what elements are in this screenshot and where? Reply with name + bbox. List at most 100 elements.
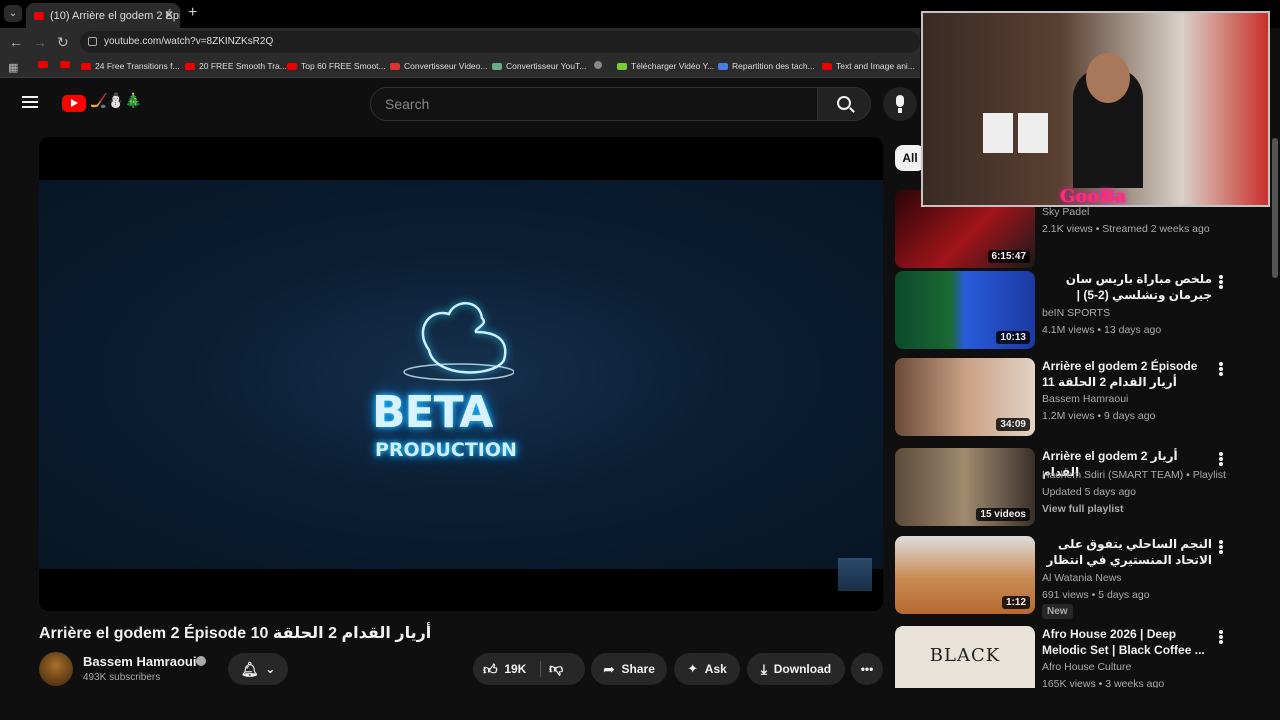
notification-button[interactable]: 🔔︎ ⌄ bbox=[228, 653, 288, 685]
divider bbox=[540, 661, 541, 677]
video-meta: 2.1K views • Streamed 2 weeks ago bbox=[1042, 223, 1210, 235]
channel-name[interactable]: Afro House Culture bbox=[1042, 661, 1131, 673]
dislike-button[interactable]: 👎︎ bbox=[549, 660, 563, 677]
close-tab-icon[interactable]: ✕ bbox=[164, 8, 174, 22]
video-title[interactable]: ملخص مباراة باريس سان جيرمان وتشلسي (2-5… bbox=[1042, 271, 1212, 303]
video-title[interactable]: النجم الساحلي يتفوق على الاتحاد المنستير… bbox=[1042, 536, 1212, 568]
related-video-item[interactable]: 1:12 النجم الساحلي يتفوق على الاتحاد الم… bbox=[895, 536, 1275, 619]
voice-search-button[interactable] bbox=[883, 87, 917, 121]
video-thumbnail[interactable]: 34:09 bbox=[895, 358, 1035, 436]
reload-icon[interactable]: ↻ bbox=[57, 34, 69, 51]
tab-search-button[interactable]: ⌄ bbox=[4, 5, 22, 22]
more-vertical-icon[interactable] bbox=[1219, 540, 1223, 544]
related-video-item[interactable]: 10:13 ملخص مباراة باريس سان جيرمان وتشلس… bbox=[895, 271, 1275, 353]
youtube-favicon-icon bbox=[185, 62, 195, 70]
apps-grid-icon[interactable]: ▦ bbox=[8, 61, 18, 74]
logo-doodle[interactable]: 🏒⛄🎄 bbox=[90, 92, 142, 109]
video-count: 15 videos bbox=[976, 508, 1030, 521]
converter-favicon-icon bbox=[492, 62, 502, 70]
bookmark-label: 24 Free Transitions f... bbox=[95, 61, 180, 71]
browser-tab[interactable]: (10) Arrière el godem 2 Épisode ✕ bbox=[26, 3, 180, 28]
bookmark-label: Top 60 FREE Smoot... bbox=[301, 61, 386, 71]
video-frame[interactable]: BETA PRODUCTION bbox=[39, 180, 883, 569]
bookmark-item[interactable]: 20 FREE Smooth Tra... bbox=[185, 61, 287, 71]
playlist-item[interactable]: 15 videos Arrière el godem 2 أريار القدا… bbox=[895, 448, 1275, 530]
video-player[interactable]: BETA PRODUCTION bbox=[39, 137, 883, 611]
bookmark-label: Text and Image ani... bbox=[836, 61, 915, 71]
bookmark-youtube-1[interactable] bbox=[38, 61, 52, 68]
view-full-playlist-link[interactable]: View full playlist bbox=[1042, 503, 1124, 515]
channel-name[interactable]: Bassem Hamraoui bbox=[83, 654, 196, 669]
chevron-down-icon: ⌄ bbox=[265, 662, 276, 676]
bookmark-item[interactable]: Repartition des tach... bbox=[718, 61, 815, 71]
more-horizontal-icon: ••• bbox=[860, 662, 874, 676]
ask-button[interactable]: ✦ Ask bbox=[674, 653, 740, 685]
docs-favicon-icon bbox=[718, 62, 728, 70]
new-tab-icon[interactable]: + bbox=[188, 4, 197, 22]
channel-name[interactable]: Bassem Hamraoui bbox=[1042, 393, 1128, 405]
site-info-icon[interactable] bbox=[88, 37, 97, 46]
streamer-head bbox=[1086, 53, 1130, 103]
scrollbar-thumb[interactable] bbox=[1272, 138, 1278, 278]
bookmark-item[interactable]: 24 Free Transitions f... bbox=[81, 61, 180, 71]
bookmark-item[interactable]: Convertisseur YouT... bbox=[492, 61, 586, 71]
playlist-thumbnail[interactable]: 15 videos bbox=[895, 448, 1035, 526]
video-title[interactable]: Arrière el godem 2 Épisode أريار القدام … bbox=[1042, 358, 1212, 390]
more-vertical-icon[interactable] bbox=[1219, 452, 1223, 456]
youtube-favicon-icon bbox=[60, 61, 70, 68]
bookmark-label: Repartition des tach... bbox=[732, 61, 815, 71]
bookmark-label: Convertisseur Video... bbox=[404, 61, 488, 71]
download-button[interactable]: ⤓ Download bbox=[747, 653, 845, 685]
related-video-item[interactable]: 34:09 Arrière el godem 2 Épisode أريار ا… bbox=[895, 358, 1275, 440]
search-input[interactable]: Search bbox=[370, 87, 818, 121]
channel-name[interactable]: Sky Padel bbox=[1042, 206, 1089, 218]
bookmarks-bar: ▦ 24 Free Transitions f... 20 FREE Smoot… bbox=[0, 56, 920, 78]
globe-icon bbox=[594, 61, 602, 69]
verified-icon bbox=[196, 656, 206, 666]
bookmark-item[interactable]: Top 60 FREE Smoot... bbox=[287, 61, 386, 71]
back-icon[interactable]: ← bbox=[9, 34, 23, 50]
share-button[interactable]: ➦ Share bbox=[591, 653, 667, 685]
search-button[interactable] bbox=[817, 87, 871, 121]
channel-name[interactable]: Al Watania News bbox=[1042, 572, 1122, 584]
url-field[interactable]: youtube.com/watch?v=8ZKINZKsR2Q bbox=[80, 31, 920, 53]
playlist-meta: Updated 5 days ago bbox=[1042, 486, 1136, 498]
forward-icon[interactable]: → bbox=[33, 34, 47, 50]
more-vertical-icon[interactable] bbox=[1219, 362, 1223, 366]
related-video-item[interactable]: BLACK COFFEE Afro House 2026 | Deep Melo… bbox=[895, 626, 1275, 688]
bookmark-youtube-2[interactable] bbox=[60, 61, 74, 68]
bookmark-item[interactable]: Convertisseur Video... bbox=[390, 61, 487, 71]
video-thumbnail[interactable]: 1:12 bbox=[895, 536, 1035, 614]
video-thumbnail[interactable]: 10:13 bbox=[895, 271, 1035, 349]
bookmark-item[interactable]: Télécharger Vidéo Y... bbox=[617, 61, 714, 71]
like-button[interactable]: 👍︎ 19K bbox=[483, 653, 538, 685]
jersey-frame bbox=[983, 113, 1013, 153]
video-title[interactable]: Afro House 2026 | Deep Melodic Set | Bla… bbox=[1042, 626, 1212, 658]
bookmark-item[interactable]: Text and Image ani... bbox=[822, 61, 915, 71]
share-label: Share bbox=[621, 662, 655, 676]
menu-icon[interactable] bbox=[22, 96, 38, 98]
bookmark-label: 20 FREE Smooth Tra... bbox=[199, 61, 287, 71]
channel-name[interactable]: beIN SPORTS bbox=[1042, 307, 1110, 319]
channel-avatar[interactable] bbox=[39, 652, 73, 686]
duck-logo-icon bbox=[403, 302, 514, 381]
like-count: 19K bbox=[504, 662, 527, 676]
subscriber-count: 493K subscribers bbox=[83, 672, 161, 683]
more-vertical-icon[interactable] bbox=[1219, 275, 1223, 279]
channel-name[interactable]: Hachem Sdiri (SMART TEAM) • Playlist bbox=[1042, 469, 1226, 481]
duration: 34:09 bbox=[996, 418, 1030, 431]
duration: 10:13 bbox=[996, 331, 1030, 344]
video-thumbnail[interactable]: BLACK COFFEE bbox=[895, 626, 1035, 688]
video-title: Arrière el godem 2 Épisode 10 أريار القد… bbox=[39, 625, 432, 642]
tab-title: (10) Arrière el godem 2 Épisode bbox=[50, 9, 180, 22]
z-favicon-icon bbox=[390, 62, 400, 70]
more-actions-button[interactable]: ••• bbox=[851, 653, 883, 685]
bookmark-label: Télécharger Vidéo Y... bbox=[631, 61, 715, 71]
bell-icon: 🔔︎ bbox=[240, 660, 259, 677]
youtube-logo-icon[interactable] bbox=[62, 95, 86, 112]
duration: 6:15:47 bbox=[987, 250, 1030, 263]
beta-logo-text: BETA bbox=[372, 387, 493, 438]
bookmark-item[interactable] bbox=[594, 61, 606, 69]
bookmark-label: Convertisseur YouT... bbox=[506, 61, 587, 71]
more-vertical-icon[interactable] bbox=[1219, 630, 1223, 634]
